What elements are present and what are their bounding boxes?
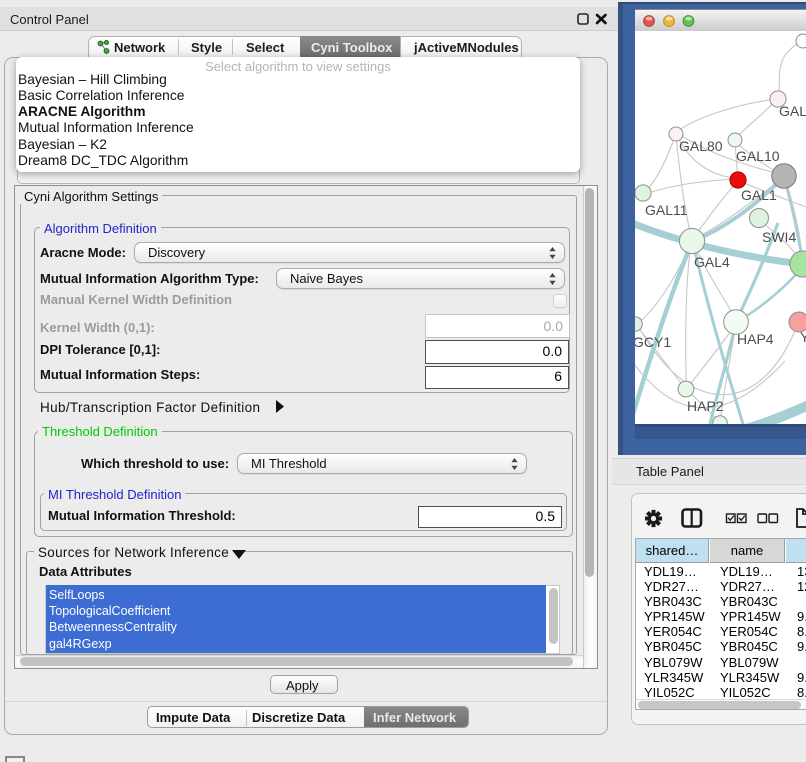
svg-text:Y: Y — [800, 329, 806, 345]
svg-text:HAP4: HAP4 — [737, 331, 774, 347]
svg-text:GAL11: GAL11 — [645, 202, 688, 218]
svg-text:GAL80: GAL80 — [679, 138, 723, 154]
svg-text:GCY1: GCY1 — [635, 334, 671, 350]
svg-text:GAL1: GAL1 — [741, 187, 777, 203]
svg-text:GAL4: GAL4 — [694, 254, 730, 270]
svg-text:GAL10: GAL10 — [736, 148, 780, 164]
svg-text:HAP2: HAP2 — [687, 398, 724, 414]
svg-text:SWI4: SWI4 — [762, 229, 796, 245]
svg-text:GAL7: GAL7 — [779, 103, 806, 119]
